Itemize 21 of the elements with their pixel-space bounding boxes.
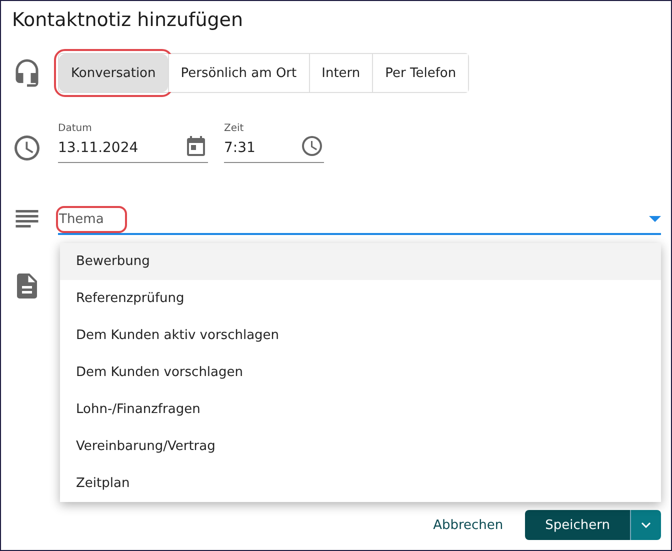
clock-icon[interactable]: [300, 134, 324, 158]
date-field[interactable]: Datum 13.11.2024: [58, 123, 208, 163]
clock-icon: [12, 133, 42, 163]
contact-type-tab[interactable]: Per Telefon: [372, 54, 468, 92]
dropdown-option[interactable]: Bewerbung: [60, 243, 661, 280]
cancel-button[interactable]: Abbrechen: [427, 516, 510, 534]
contact-type-tab[interactable]: Konversation: [59, 54, 168, 92]
dropdown-option[interactable]: Vereinbarung/Vertrag: [60, 428, 661, 465]
save-button[interactable]: Speichern: [525, 510, 630, 540]
time-field[interactable]: Zeit 7:31: [224, 123, 324, 163]
dialog-title: Kontaktnotiz hinzufügen: [12, 9, 244, 31]
dropdown-option[interactable]: Dem Kunden aktiv vorschlagen: [60, 317, 661, 354]
caret-icon: [649, 215, 661, 223]
save-options-button[interactable]: [630, 510, 661, 540]
dropdown-option[interactable]: Lohn-/Finanzfragen: [60, 391, 661, 428]
topic-dropdown[interactable]: Thema: [58, 205, 661, 235]
dropdown-option[interactable]: Zeitplan: [60, 465, 661, 502]
dropdown-option[interactable]: Dem Kunden vorschlagen: [60, 354, 661, 391]
calendar-icon[interactable]: [184, 134, 208, 158]
caret-icon: [641, 522, 651, 528]
dropdown-option[interactable]: Referenzprüfung: [60, 280, 661, 317]
